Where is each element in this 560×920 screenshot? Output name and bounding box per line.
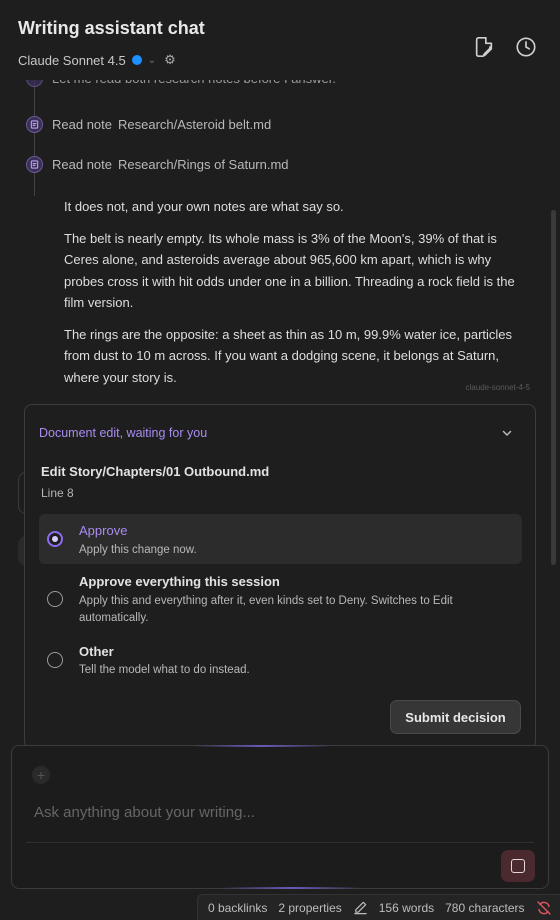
edit-approval-card: Document edit, waiting for you Edit Stor…: [24, 404, 536, 749]
assistant-answer: It does not, and your own notes are what…: [64, 196, 534, 398]
model-name: Claude Sonnet 4.5: [18, 52, 126, 68]
word-count: 156 words: [378, 900, 435, 915]
submit-decision-button[interactable]: Submit decision: [390, 700, 521, 734]
timeline-line: [34, 78, 35, 196]
chat-header: Writing assistant chat Claude Sonnet 4.5…: [0, 0, 560, 80]
gear-icon[interactable]: ⚙: [164, 52, 176, 68]
tool-step-read-note[interactable]: Read note Research/Asteroid belt.md: [26, 116, 271, 133]
option-approve[interactable]: Approve Apply this change now.: [39, 514, 522, 564]
edit-line: Line 8: [41, 486, 74, 500]
answer-paragraph: The belt is nearly empty. Its whole mass…: [64, 230, 515, 311]
card-heading: Document edit, waiting for you: [39, 426, 208, 440]
option-title: Approve: [79, 523, 128, 538]
composer-divider: [26, 842, 534, 843]
answer-paragraph: It does not, and your own notes are what…: [64, 199, 344, 214]
option-desc: Tell the model what to do instead.: [79, 664, 250, 676]
chat-composer: +: [11, 745, 549, 889]
thread-scrollbar[interactable]: [551, 210, 556, 565]
step-action: Read note: [52, 157, 112, 172]
composer-glow: [192, 745, 332, 747]
properties-count[interactable]: 2 properties: [278, 901, 341, 915]
note-icon: [26, 116, 43, 133]
option-desc: Apply this and everything after it, even…: [79, 595, 453, 624]
chat-title: Writing assistant chat: [18, 18, 205, 38]
step-action: Read note: [52, 117, 112, 132]
model-tag: claude-sonnet-4-5: [465, 383, 530, 392]
step-path: Research/Asteroid belt.md: [118, 117, 272, 132]
model-selector[interactable]: Claude Sonnet 4.5 ⌄ ⚙: [18, 52, 176, 68]
option-desc: Apply this change now.: [79, 544, 197, 556]
edit-target: Edit Story/Chapters/01 Outbound.md: [41, 464, 270, 479]
add-attachment-icon[interactable]: +: [32, 766, 50, 784]
option-title: Approve everything this session: [79, 574, 280, 589]
step-path: Research/Rings of Saturn.md: [118, 157, 289, 172]
answer-paragraph: The rings are the opposite: a sheet as t…: [64, 326, 513, 385]
sync-off-icon[interactable]: [536, 900, 552, 916]
option-approve-session[interactable]: Approve everything this session Apply th…: [39, 570, 522, 630]
chat-input[interactable]: [34, 804, 514, 821]
history-clock-icon[interactable]: [515, 36, 537, 58]
status-bar: 0 backlinks 2 properties 156 words 780 c…: [197, 894, 560, 920]
stop-square-icon: [511, 859, 525, 873]
radio-other[interactable]: [47, 652, 63, 668]
chevron-down-icon[interactable]: [501, 427, 513, 439]
backlinks-count[interactable]: 0 backlinks: [208, 901, 267, 915]
radio-approve[interactable]: [47, 531, 63, 547]
tool-step-read-note[interactable]: Read note Research/Rings of Saturn.md: [26, 156, 289, 173]
file-edit-icon[interactable]: [473, 36, 495, 58]
option-title: Other: [79, 644, 114, 659]
message-thread[interactable]: Let me read both research notes before I…: [0, 78, 548, 398]
character-count: 780 characters: [445, 900, 525, 915]
model-status-dot: [131, 55, 142, 65]
radio-approve-session[interactable]: [47, 591, 63, 607]
chevron-down-icon[interactable]: ⌄: [148, 55, 156, 66]
pencil-icon[interactable]: [353, 900, 368, 915]
note-icon: [26, 156, 43, 173]
composer-glow: [222, 887, 362, 889]
stop-generation-button[interactable]: [501, 850, 535, 882]
option-other[interactable]: Other Tell the model what to do instead.: [39, 641, 522, 683]
